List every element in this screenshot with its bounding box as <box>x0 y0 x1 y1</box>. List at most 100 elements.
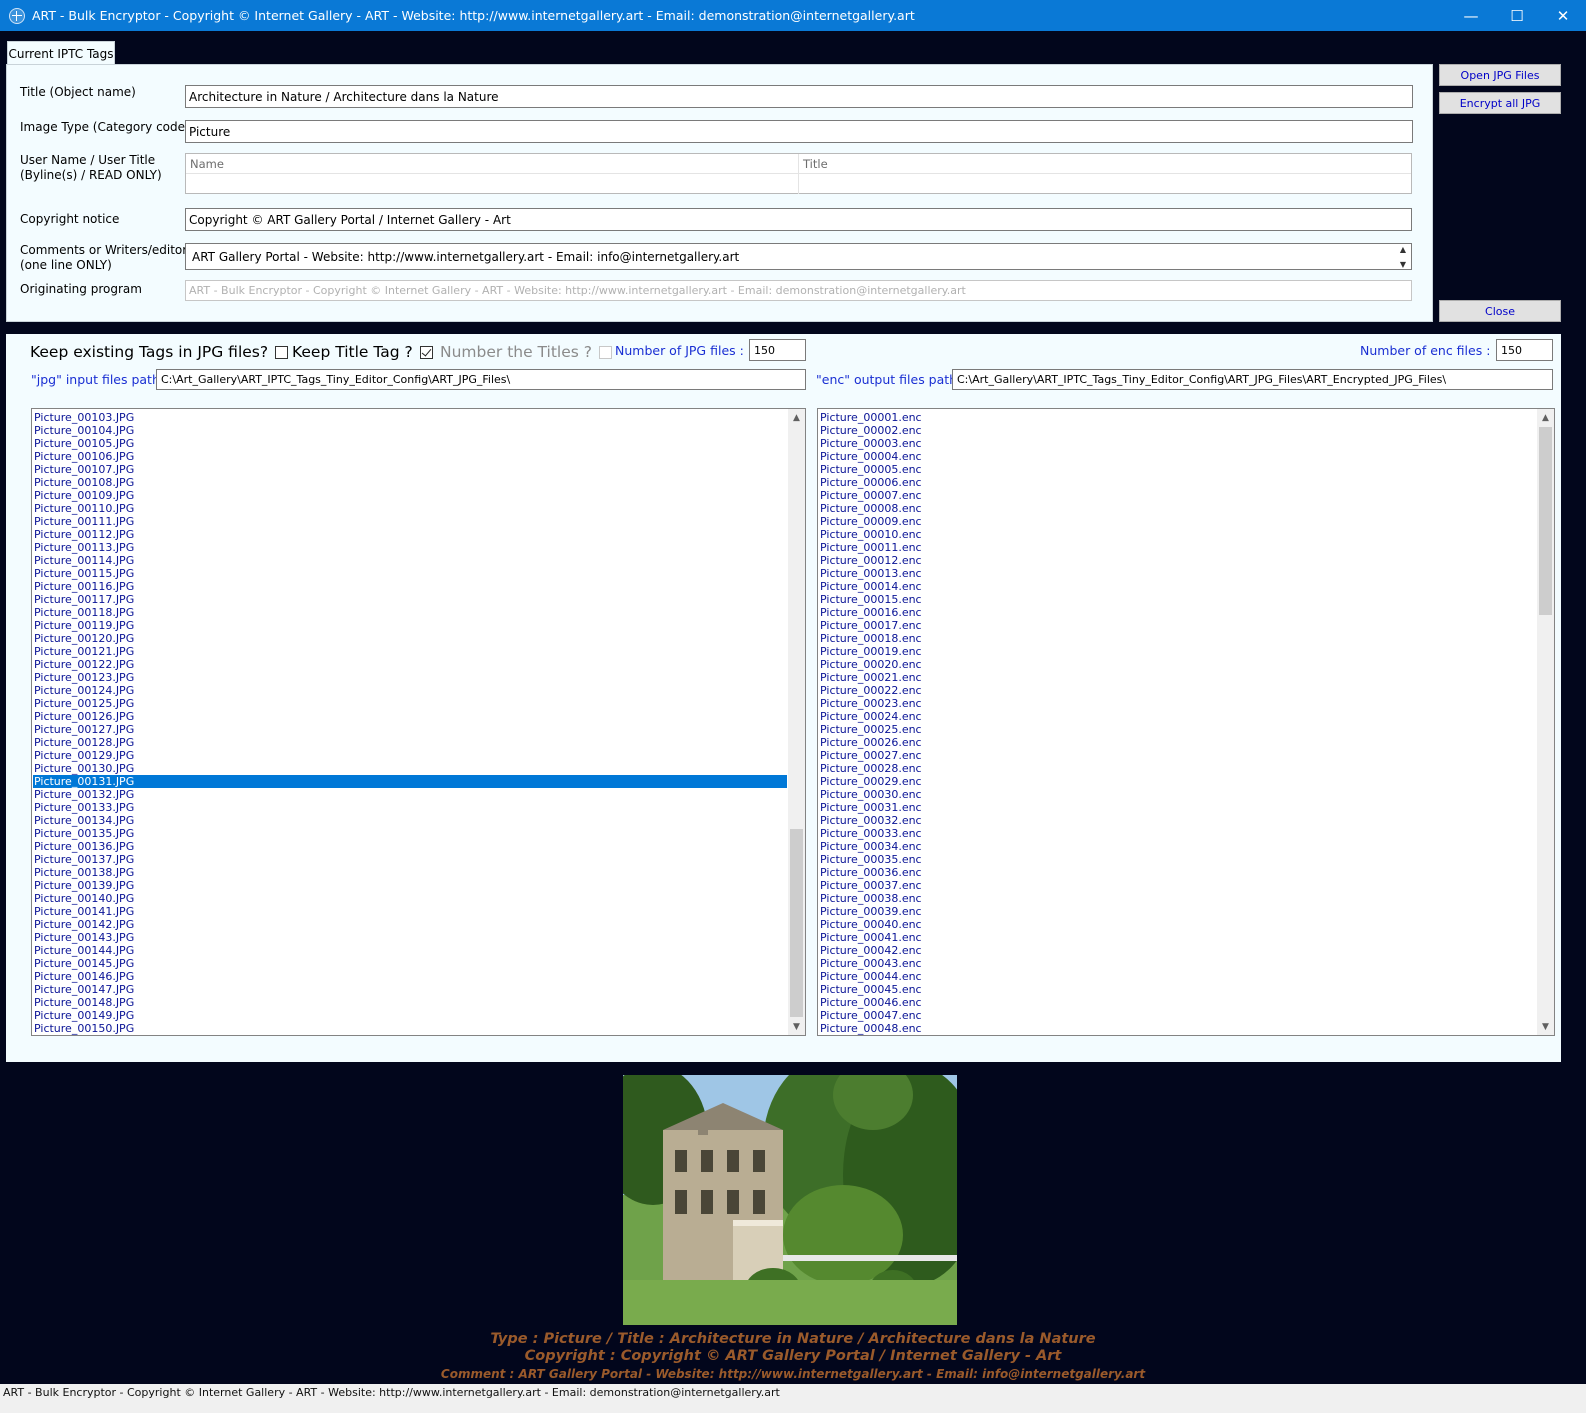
list-item[interactable]: Picture_00103.JPG <box>33 411 787 424</box>
image-type-input[interactable]: Picture <box>185 120 1413 143</box>
list-item[interactable]: Picture_00150.JPG <box>33 1022 787 1035</box>
list-item[interactable]: Picture_00128.JPG <box>33 736 787 749</box>
list-item[interactable]: Picture_00022.enc <box>819 684 1536 697</box>
list-item[interactable]: Picture_00127.JPG <box>33 723 787 736</box>
list-item[interactable]: Picture_00115.JPG <box>33 567 787 580</box>
scroll-down-icon[interactable]: ▼ <box>1537 1018 1554 1035</box>
list-item[interactable]: Picture_00008.enc <box>819 502 1536 515</box>
list-item[interactable]: Picture_00001.enc <box>819 411 1536 424</box>
enc-list-scroll-thumb[interactable] <box>1539 427 1552 615</box>
list-item[interactable]: Picture_00021.enc <box>819 671 1536 684</box>
list-item[interactable]: Picture_00116.JPG <box>33 580 787 593</box>
keep-title-tag-option[interactable]: Keep Title Tag ? <box>292 343 433 361</box>
list-item[interactable]: Picture_00122.JPG <box>33 658 787 671</box>
input-path-field[interactable]: C:\Art_Gallery\ART_IPTC_Tags_Tiny_Editor… <box>156 369 806 390</box>
scroll-up-icon[interactable]: ▲ <box>788 409 805 426</box>
list-item[interactable]: Picture_00145.JPG <box>33 957 787 970</box>
close-button[interactable]: Close <box>1439 300 1561 322</box>
chevron-up-icon[interactable]: ▲ <box>1400 245 1406 254</box>
list-item[interactable]: Picture_00130.JPG <box>33 762 787 775</box>
list-item[interactable]: Picture_00129.JPG <box>33 749 787 762</box>
list-item[interactable]: Picture_00117.JPG <box>33 593 787 606</box>
list-item[interactable]: Picture_00114.JPG <box>33 554 787 567</box>
list-item[interactable]: Picture_00126.JPG <box>33 710 787 723</box>
list-item[interactable]: Picture_00135.JPG <box>33 827 787 840</box>
list-item[interactable]: Picture_00137.JPG <box>33 853 787 866</box>
list-item[interactable]: Picture_00110.JPG <box>33 502 787 515</box>
list-item[interactable]: Picture_00111.JPG <box>33 515 787 528</box>
list-item[interactable]: Picture_00039.enc <box>819 905 1536 918</box>
list-item[interactable]: Picture_00015.enc <box>819 593 1536 606</box>
list-item[interactable]: Picture_00044.enc <box>819 970 1536 983</box>
list-item[interactable]: Picture_00147.JPG <box>33 983 787 996</box>
list-item[interactable]: Picture_00118.JPG <box>33 606 787 619</box>
list-item[interactable]: Picture_00038.enc <box>819 892 1536 905</box>
list-item[interactable]: Picture_00112.JPG <box>33 528 787 541</box>
list-item[interactable]: Picture_00131.JPG <box>33 775 787 788</box>
enc-file-list[interactable]: Picture_00001.enc Picture_00002.enc Pictur… <box>817 408 1555 1036</box>
list-item[interactable]: Picture_00107.JPG <box>33 463 787 476</box>
list-item[interactable]: Picture_00125.JPG <box>33 697 787 710</box>
list-item[interactable]: Picture_00026.enc <box>819 736 1536 749</box>
list-item[interactable]: Picture_00013.enc <box>819 567 1536 580</box>
list-item[interactable]: Picture_00120.JPG <box>33 632 787 645</box>
open-jpg-files-button[interactable]: Open JPG Files <box>1439 64 1561 86</box>
list-item[interactable]: Picture_00037.enc <box>819 879 1536 892</box>
list-item[interactable]: Picture_00133.JPG <box>33 801 787 814</box>
jpg-list-scroll-thumb[interactable] <box>790 829 803 1017</box>
list-item[interactable]: Picture_00011.enc <box>819 541 1536 554</box>
list-item[interactable]: Picture_00109.JPG <box>33 489 787 502</box>
chevron-down-icon[interactable]: ▼ <box>1400 260 1406 269</box>
list-item[interactable]: Picture_00104.JPG <box>33 424 787 437</box>
list-item[interactable]: Picture_00141.JPG <box>33 905 787 918</box>
list-item[interactable]: Picture_00144.JPG <box>33 944 787 957</box>
list-item[interactable]: Picture_00146.JPG <box>33 970 787 983</box>
list-item[interactable]: Picture_00012.enc <box>819 554 1536 567</box>
comments-spinner[interactable]: ▲ ▼ <box>1397 245 1409 269</box>
list-item[interactable]: Picture_00105.JPG <box>33 437 787 450</box>
list-item[interactable]: Picture_00108.JPG <box>33 476 787 489</box>
enc-list-scrollbar[interactable]: ▲ ▼ <box>1537 409 1554 1035</box>
list-item[interactable]: Picture_00020.enc <box>819 658 1536 671</box>
list-item[interactable]: Picture_00142.JPG <box>33 918 787 931</box>
list-item[interactable]: Picture_00134.JPG <box>33 814 787 827</box>
list-item[interactable]: Picture_00031.enc <box>819 801 1536 814</box>
list-item[interactable]: Picture_00045.enc <box>819 983 1536 996</box>
list-item[interactable]: Picture_00143.JPG <box>33 931 787 944</box>
list-item[interactable]: Picture_00042.enc <box>819 944 1536 957</box>
tab-current-iptc-tags[interactable]: Current IPTC Tags <box>7 41 115 65</box>
list-item[interactable]: Picture_00005.enc <box>819 463 1536 476</box>
list-item[interactable]: Picture_00028.enc <box>819 762 1536 775</box>
list-item[interactable]: Picture_00025.enc <box>819 723 1536 736</box>
list-item[interactable]: Picture_00034.enc <box>819 840 1536 853</box>
output-path-field[interactable]: C:\Art_Gallery\ART_IPTC_Tags_Tiny_Editor… <box>952 369 1553 390</box>
list-item[interactable]: Picture_00003.enc <box>819 437 1536 450</box>
list-item[interactable]: Picture_00124.JPG <box>33 684 787 697</box>
jpg-file-list[interactable]: Picture_00103.JPG Picture_00104.JPG Pictur… <box>31 408 806 1036</box>
list-item[interactable]: Picture_00148.JPG <box>33 996 787 1009</box>
keep-existing-tags-checkbox[interactable] <box>275 345 289 359</box>
list-item[interactable]: Picture_00136.JPG <box>33 840 787 853</box>
list-item[interactable]: Picture_00139.JPG <box>33 879 787 892</box>
list-item[interactable]: Picture_00017.enc <box>819 619 1536 632</box>
close-window-button[interactable]: ✕ <box>1540 0 1586 31</box>
title-input[interactable]: Architecture in Nature / Architecture da… <box>185 85 1413 108</box>
list-item[interactable]: Picture_00040.enc <box>819 918 1536 931</box>
keep-title-tag-checkbox[interactable] <box>419 345 433 359</box>
encrypt-all-jpg-button[interactable]: Encrypt all JPG <box>1439 92 1561 114</box>
list-item[interactable]: Picture_00009.enc <box>819 515 1536 528</box>
list-item[interactable]: Picture_00047.enc <box>819 1009 1536 1022</box>
minimize-button[interactable]: — <box>1448 0 1494 31</box>
list-item[interactable]: Picture_00041.enc <box>819 931 1536 944</box>
list-item[interactable]: Picture_00149.JPG <box>33 1009 787 1022</box>
list-item[interactable]: Picture_00106.JPG <box>33 450 787 463</box>
comments-input[interactable]: ART Gallery Portal - Website: http://www… <box>185 243 1412 270</box>
list-item[interactable]: Picture_00036.enc <box>819 866 1536 879</box>
list-item[interactable]: Picture_00119.JPG <box>33 619 787 632</box>
list-item[interactable]: Picture_00140.JPG <box>33 892 787 905</box>
list-item[interactable]: Picture_00018.enc <box>819 632 1536 645</box>
list-item[interactable]: Picture_00004.enc <box>819 450 1536 463</box>
list-item[interactable]: Picture_00113.JPG <box>33 541 787 554</box>
list-item[interactable]: Picture_00132.JPG <box>33 788 787 801</box>
list-item[interactable]: Picture_00019.enc <box>819 645 1536 658</box>
